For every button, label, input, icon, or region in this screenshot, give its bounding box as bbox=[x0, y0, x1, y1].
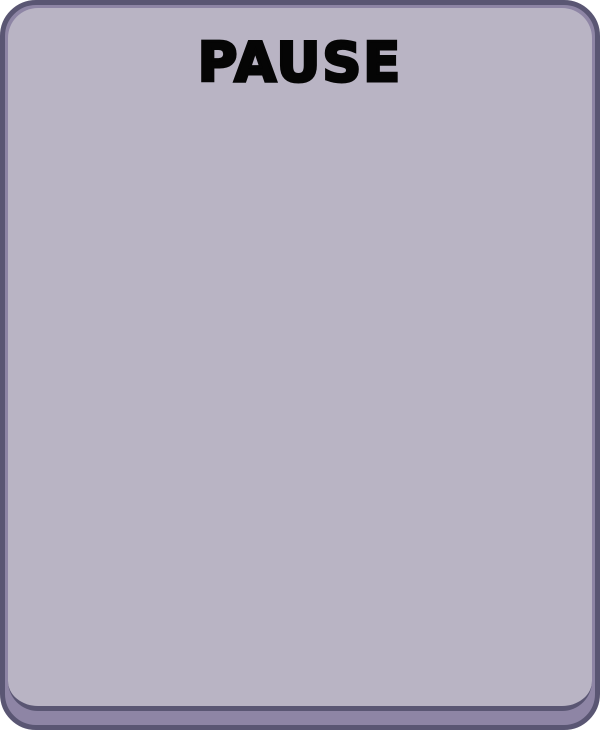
pause-title: PAUSE bbox=[196, 30, 403, 96]
pause-panel: PAUSE bbox=[0, 0, 600, 730]
pause-panel-face bbox=[8, 8, 592, 711]
